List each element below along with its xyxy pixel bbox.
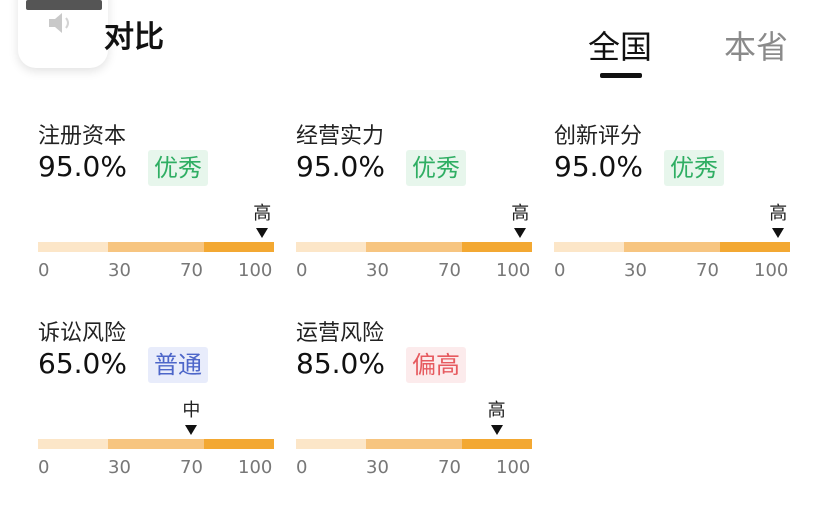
- bar-segment-high: [204, 242, 274, 252]
- metric-operation-risk: 运营风险 85.0% 偏高 高 0 30 70 100: [296, 315, 532, 505]
- tick-label: 0: [554, 260, 566, 281]
- bar-segment-high: [462, 439, 532, 449]
- tick-label: 30: [624, 260, 647, 281]
- tick-label: 30: [366, 457, 389, 478]
- marker-triangle-icon: [514, 228, 527, 238]
- bar-segment-high: [204, 439, 274, 449]
- tick-label: 100: [754, 260, 789, 281]
- tick-label: 100: [238, 457, 273, 478]
- marker-triangle-icon: [185, 425, 198, 435]
- metric-percent: 85.0%: [296, 347, 385, 380]
- bar-segment-mid: [366, 242, 462, 252]
- tick-label: 100: [238, 260, 273, 281]
- bar-segment-low: [296, 439, 366, 449]
- tick-label: 100: [496, 457, 531, 478]
- tick-label: 0: [296, 457, 308, 478]
- level-marker: 中: [179, 401, 203, 435]
- level-label: 高: [769, 203, 788, 224]
- metric-business-strength: 经营实力 95.0% 优秀 高 0 30 70 100: [296, 118, 532, 308]
- tick-label: 30: [366, 260, 389, 281]
- metric-name: 注册资本: [38, 124, 127, 149]
- metric-percent: 95.0%: [38, 150, 127, 183]
- marker-triangle-icon: [772, 228, 785, 238]
- metric-percent: 65.0%: [38, 347, 127, 380]
- tick-label: 0: [296, 260, 308, 281]
- marker-triangle-icon: [490, 425, 503, 435]
- bar-segment-high: [720, 242, 790, 252]
- tick-label: 30: [108, 457, 131, 478]
- metric-name: 经营实力: [296, 124, 385, 149]
- bar-segment-mid: [366, 439, 462, 449]
- metric-litigation-risk: 诉讼风险 65.0% 普通 中 0 30 70 100: [38, 315, 274, 505]
- tick-label: 30: [108, 260, 131, 281]
- bar-segment-low: [296, 242, 366, 252]
- tick-label: 70: [180, 260, 203, 281]
- metric-badge: 普通: [148, 347, 208, 383]
- tick-label: 70: [438, 457, 461, 478]
- level-label: 高: [253, 203, 272, 224]
- level-marker: 高: [485, 401, 509, 435]
- metric-badge: 优秀: [148, 150, 208, 186]
- metric-percent: 95.0%: [554, 150, 643, 183]
- metric-badge: 偏高: [406, 347, 466, 383]
- metric-badge: 优秀: [664, 150, 724, 186]
- bar-segment-high: [462, 242, 532, 252]
- active-tab-indicator: [600, 73, 642, 78]
- level-marker: 高: [508, 204, 532, 238]
- tick-label: 100: [496, 260, 531, 281]
- tick-label: 0: [38, 260, 50, 281]
- score-bar: [296, 439, 532, 449]
- metric-name: 运营风险: [296, 321, 385, 346]
- speaker-button[interactable]: [18, 0, 108, 68]
- tick-label: 70: [438, 260, 461, 281]
- metric-name: 创新评分: [554, 124, 643, 149]
- score-bar: [38, 242, 274, 252]
- bar-segment-low: [38, 439, 108, 449]
- status-bar: [26, 0, 102, 10]
- bar-segment-low: [554, 242, 624, 252]
- page-title: 对比: [104, 20, 164, 55]
- tab-national[interactable]: 全国: [588, 22, 652, 68]
- level-label: 高: [511, 203, 530, 224]
- tick-label: 0: [38, 457, 50, 478]
- tick-label: 70: [180, 457, 203, 478]
- level-marker: 高: [250, 204, 274, 238]
- bar-segment-mid: [624, 242, 720, 252]
- metric-percent: 95.0%: [296, 150, 385, 183]
- metric-innovation-score: 创新评分 95.0% 优秀 高 0 30 70 100: [554, 118, 790, 308]
- metric-badge: 优秀: [406, 150, 466, 186]
- bar-segment-mid: [108, 242, 204, 252]
- level-label: 中: [182, 400, 201, 421]
- level-marker: 高: [766, 204, 790, 238]
- tab-province[interactable]: 本省: [724, 22, 788, 68]
- score-bar: [38, 439, 274, 449]
- metric-name: 诉讼风险: [38, 321, 127, 346]
- bar-segment-low: [38, 242, 108, 252]
- tick-label: 70: [696, 260, 719, 281]
- metric-registered-capital: 注册资本 95.0% 优秀 高 0 30 70 100: [38, 118, 274, 308]
- score-bar: [554, 242, 790, 252]
- level-label: 高: [487, 400, 506, 421]
- bar-segment-mid: [108, 439, 204, 449]
- marker-triangle-icon: [256, 228, 269, 238]
- score-bar: [296, 242, 532, 252]
- speaker-icon: [49, 13, 69, 33]
